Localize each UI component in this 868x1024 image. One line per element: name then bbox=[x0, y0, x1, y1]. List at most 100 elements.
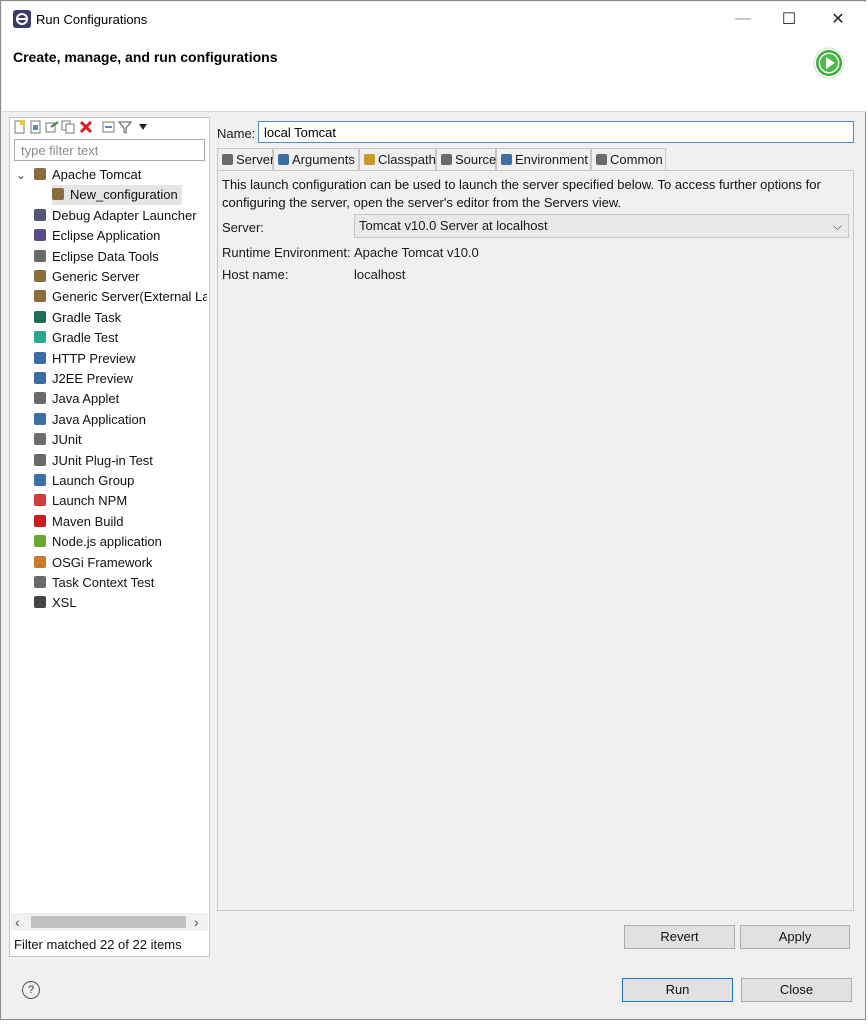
export-icon[interactable] bbox=[45, 120, 59, 134]
osgi-icon bbox=[34, 555, 46, 568]
tree-item[interactable]: JUnit Plug-in Test bbox=[34, 451, 157, 471]
tree-item[interactable]: JUnit bbox=[34, 430, 86, 450]
expand-chevron-icon[interactable]: ⌄ bbox=[16, 165, 26, 185]
eclipse-app-icon bbox=[34, 229, 46, 242]
filter-input[interactable] bbox=[14, 139, 205, 161]
minimize-icon: — bbox=[735, 10, 751, 27]
launch-description: This launch configuration can be used to… bbox=[222, 177, 821, 210]
close-button[interactable]: Close bbox=[741, 978, 852, 1002]
npm-icon bbox=[34, 494, 46, 507]
server-select-value: Tomcat v10.0 Server at localhost bbox=[359, 218, 548, 233]
tab-label: Classpath bbox=[378, 152, 436, 167]
tree-item[interactable]: Launch Group bbox=[34, 471, 138, 491]
collapse-all-icon[interactable] bbox=[102, 120, 116, 134]
name-input[interactable] bbox=[258, 121, 854, 143]
maximize-icon: ☐ bbox=[781, 11, 797, 28]
configuration-editor-pane: Name: Server Arguments Classpath Source Envi… bbox=[213, 117, 861, 957]
nodejs-icon bbox=[34, 535, 46, 548]
common-icon bbox=[596, 154, 607, 165]
header-title: Create, manage, and run configurations bbox=[13, 49, 278, 65]
tree-item[interactable]: Apache Tomcat bbox=[34, 165, 145, 185]
minimize-button[interactable]: — bbox=[720, 3, 766, 35]
new-prototype-icon[interactable] bbox=[29, 120, 43, 134]
eclipse-icon bbox=[13, 10, 31, 28]
tree-item[interactable]: Java Application bbox=[34, 410, 150, 430]
window-title: Run Configurations bbox=[36, 12, 148, 27]
junit-icon bbox=[34, 433, 46, 446]
generic-server-external-icon bbox=[34, 290, 46, 303]
tree-item[interactable]: Node.js application bbox=[34, 532, 166, 552]
tab-environment[interactable]: Environment bbox=[496, 148, 591, 170]
view-menu-icon[interactable] bbox=[138, 122, 148, 132]
tab-label: Source bbox=[455, 152, 497, 167]
tree-item-label: Eclipse Application bbox=[52, 228, 161, 244]
data-tools-icon bbox=[34, 249, 46, 262]
tree-item[interactable]: HTTP Preview bbox=[34, 349, 140, 369]
tree-item-label: Generic Server(External Laun bbox=[52, 289, 207, 305]
tree-item[interactable]: J2EE Preview bbox=[34, 369, 137, 389]
maximize-button[interactable]: ☐ bbox=[766, 3, 812, 35]
run-badge-icon bbox=[813, 47, 845, 79]
arguments-icon bbox=[278, 154, 289, 165]
server-select[interactable]: Tomcat v10.0 Server at localhost ⌵ bbox=[354, 214, 849, 238]
j2ee-preview-icon bbox=[34, 372, 46, 384]
close-window-button[interactable]: ✕ bbox=[815, 3, 861, 35]
duplicate-icon[interactable] bbox=[61, 120, 75, 134]
tree-item[interactable]: Gradle Test bbox=[34, 328, 122, 348]
close-icon: ✕ bbox=[831, 11, 845, 28]
tree-item[interactable]: Launch NPM bbox=[34, 491, 131, 511]
tree-item-label: Task Context Test bbox=[52, 575, 155, 590]
debug-adapter-icon bbox=[34, 208, 46, 221]
tree-item[interactable]: XSL bbox=[34, 593, 81, 613]
tab-label: Arguments bbox=[292, 152, 355, 167]
host-value: localhost bbox=[354, 267, 406, 282]
revert-button[interactable]: Revert bbox=[624, 925, 735, 949]
tab-source[interactable]: Source bbox=[436, 148, 496, 170]
tree-item[interactable]: Eclipse Application bbox=[34, 226, 164, 246]
tree-item-label: JUnit Plug-in Test bbox=[52, 452, 153, 468]
name-label: Name: bbox=[217, 126, 256, 141]
server-icon bbox=[222, 154, 233, 165]
launch-group-icon bbox=[34, 474, 46, 486]
apply-button[interactable]: Apply bbox=[740, 925, 850, 949]
run-button[interactable]: Run bbox=[622, 978, 733, 1002]
tree-item[interactable]: Eclipse Data Tools bbox=[34, 247, 163, 267]
horizontal-scrollbar[interactable]: ‹ › bbox=[11, 913, 208, 931]
scroll-left-icon[interactable]: ‹ bbox=[15, 913, 20, 931]
server-label: Server: bbox=[222, 220, 264, 235]
tab-server[interactable]: Server bbox=[217, 148, 275, 171]
filter-icon[interactable] bbox=[118, 120, 132, 134]
tree-item-label: Java Application bbox=[52, 411, 146, 427]
tree-item-label: JUnit bbox=[52, 432, 82, 448]
tomcat-icon bbox=[34, 168, 46, 180]
tree-item[interactable]: New_configuration bbox=[52, 185, 182, 206]
tab-classpath[interactable]: Classpath bbox=[359, 148, 436, 170]
tree-item[interactable]: Generic Server(External Laun bbox=[34, 287, 207, 307]
tree-item-label: Node.js application bbox=[52, 534, 162, 550]
tree-item[interactable]: Gradle Task bbox=[34, 308, 125, 328]
tab-label: Server bbox=[236, 152, 275, 167]
tab-arguments[interactable]: Arguments bbox=[273, 148, 359, 170]
tree-item[interactable]: Task Context Test bbox=[34, 573, 158, 593]
delete-icon[interactable] bbox=[79, 120, 93, 134]
tree-item[interactable]: OSGi Framework bbox=[34, 553, 156, 573]
chevron-down-icon: ⌵ bbox=[832, 219, 842, 233]
tree-item[interactable]: Java Applet bbox=[34, 389, 123, 409]
tree-item[interactable]: Generic Server bbox=[34, 267, 143, 287]
scrollbar-thumb[interactable] bbox=[31, 916, 186, 928]
tree-item[interactable]: Maven Build bbox=[34, 512, 128, 532]
tab-common[interactable]: Common bbox=[591, 148, 666, 170]
tree-item-label: OSGi Framework bbox=[52, 554, 153, 570]
scroll-right-icon[interactable]: › bbox=[194, 913, 199, 931]
tree-item-label: Gradle Test bbox=[52, 330, 119, 346]
new-configuration-icon[interactable] bbox=[13, 120, 27, 134]
tree-item-label: New_configuration bbox=[70, 187, 178, 203]
maven-icon bbox=[34, 514, 46, 527]
junit-plugin-icon bbox=[34, 453, 46, 466]
tree-item-label: XSL bbox=[52, 595, 77, 611]
help-icon[interactable]: ? bbox=[22, 981, 40, 999]
java-application-icon bbox=[34, 412, 46, 425]
tab-label: Common bbox=[610, 152, 663, 167]
tree-item[interactable]: Debug Adapter Launcher bbox=[34, 206, 201, 226]
tree-item-label: HTTP Preview bbox=[52, 350, 136, 366]
